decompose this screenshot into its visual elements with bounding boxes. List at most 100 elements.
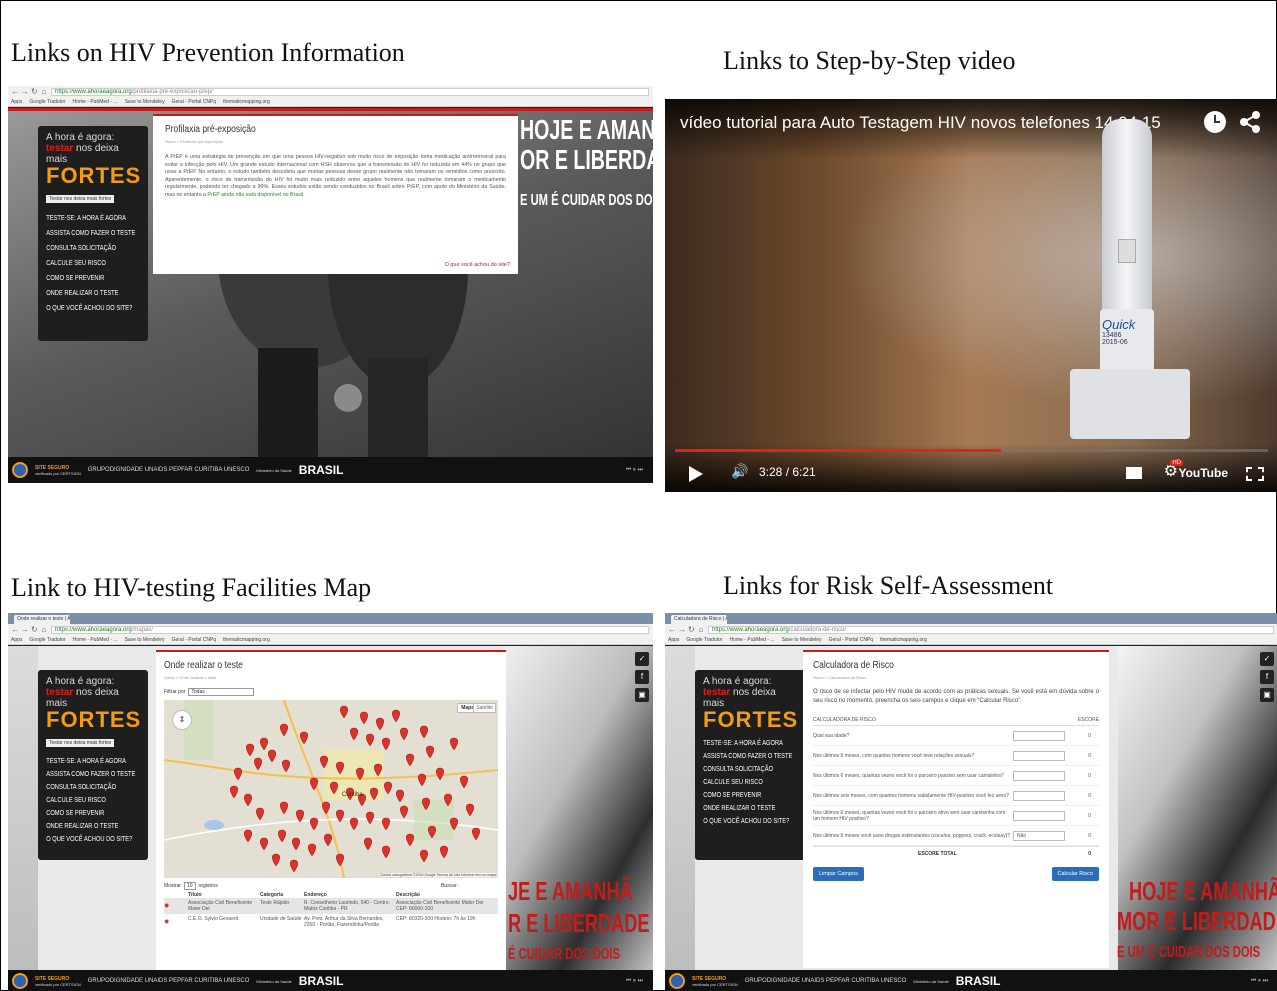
- map-pan-control[interactable]: ⇕: [172, 710, 192, 730]
- map-pin[interactable]: [350, 727, 358, 741]
- bookmark[interactable]: Home - PubMed - ...: [730, 637, 775, 643]
- bookmark[interactable]: Geral - Portal CNPq: [829, 637, 873, 643]
- youtube-logo[interactable]: YouTube: [1178, 466, 1228, 480]
- column-header[interactable]: Categoria: [260, 892, 304, 898]
- map-pin[interactable]: [466, 803, 474, 817]
- map-pin[interactable]: [382, 737, 390, 751]
- slideshow-controls[interactable]: ⏮ ⏸ ⏭: [626, 978, 643, 985]
- bookmark[interactable]: thematicmapping.org: [223, 637, 270, 643]
- menu-item[interactable]: COMO SE PREVENIR: [38, 807, 128, 820]
- map-pin[interactable]: [400, 727, 408, 741]
- map-pin[interactable]: [366, 733, 374, 747]
- forward-icon[interactable]: →: [678, 625, 686, 634]
- map-pin[interactable]: [300, 731, 308, 745]
- column-header[interactable]: Endereço: [304, 892, 396, 898]
- map-pin[interactable]: [244, 829, 252, 843]
- map-pin[interactable]: [392, 709, 400, 723]
- twitter-icon[interactable]: ✓: [1260, 652, 1274, 666]
- map-pin[interactable]: [426, 745, 434, 759]
- map-pin[interactable]: [360, 711, 368, 725]
- map-pin[interactable]: [278, 829, 286, 843]
- progress-track[interactable]: [675, 449, 1268, 452]
- captions-icon[interactable]: [1126, 467, 1142, 479]
- map-pin[interactable]: [272, 853, 280, 867]
- map-pin[interactable]: [268, 749, 276, 763]
- menu-item[interactable]: COMO SE PREVENIR: [695, 789, 785, 802]
- satellite-type-button[interactable]: Satélite: [473, 703, 496, 713]
- column-header[interactable]: Título: [188, 892, 260, 898]
- map-pin[interactable]: [350, 817, 358, 831]
- map-pin[interactable]: [472, 827, 480, 841]
- map-pin[interactable]: [322, 801, 330, 815]
- column-header[interactable]: Descrição: [396, 892, 488, 898]
- address-bar[interactable]: https://www.ahoraeagora.org/calculadora-…: [708, 625, 1274, 634]
- map-pin[interactable]: [436, 767, 444, 781]
- home-icon[interactable]: ⌂: [41, 625, 47, 634]
- fullscreen-icon[interactable]: [1246, 467, 1264, 481]
- map-pin[interactable]: [336, 853, 344, 867]
- map-pin[interactable]: [336, 809, 344, 823]
- bookmark[interactable]: Geral - Portal CNPq: [172, 637, 216, 643]
- bookmark[interactable]: Save to Mendeley: [125, 637, 165, 643]
- menu-item[interactable]: O QUE VOCÊ ACHOU DO SITE?: [38, 833, 132, 846]
- map-pin[interactable]: [308, 843, 316, 857]
- map-pin[interactable]: [382, 817, 390, 831]
- answer-input[interactable]: [1013, 730, 1065, 741]
- bookmark[interactable]: Save to Mendeley: [782, 637, 822, 643]
- forward-icon[interactable]: →: [21, 625, 29, 634]
- bookmark-apps[interactable]: Apps: [11, 637, 22, 643]
- home-icon[interactable]: ⌂: [698, 625, 704, 634]
- map-pin[interactable]: [440, 845, 448, 859]
- address-bar[interactable]: https://www.ahoraeagora.org/mapas/: [51, 625, 649, 634]
- watch-later-icon[interactable]: [1204, 111, 1226, 133]
- menu-item[interactable]: ASSISTA COMO FAZER O TESTE: [38, 768, 135, 781]
- back-icon[interactable]: ←: [11, 625, 19, 634]
- map-pin[interactable]: [450, 737, 458, 751]
- menu-item[interactable]: ASSISTA COMO FAZER O TESTE: [38, 226, 135, 241]
- menu-item[interactable]: TESTE-SE: A HORA É AGORA: [38, 211, 128, 226]
- map-pin[interactable]: [366, 811, 374, 825]
- menu-item[interactable]: CALCULE SEU RISCO: [38, 794, 128, 807]
- calculate-risk-button[interactable]: Calcular Risco: [1051, 867, 1099, 881]
- map-pin[interactable]: [244, 793, 252, 807]
- map-pin[interactable]: [290, 859, 298, 873]
- bookmark[interactable]: thematicmapping.org: [223, 99, 270, 105]
- bookmark[interactable]: Google Tradutor: [686, 637, 722, 643]
- play-icon[interactable]: [689, 466, 703, 482]
- map-pin[interactable]: [280, 801, 288, 815]
- instagram-icon[interactable]: ▣: [635, 688, 649, 702]
- bookmark-apps[interactable]: Apps: [668, 637, 679, 643]
- map-pin[interactable]: [234, 767, 242, 781]
- map-pin[interactable]: [282, 759, 290, 773]
- slideshow-controls[interactable]: ⏮ ⏸ ⏭: [626, 467, 643, 474]
- back-icon[interactable]: ←: [11, 87, 19, 96]
- bookmark-apps[interactable]: Apps: [11, 99, 22, 105]
- map-pin[interactable]: [256, 807, 264, 821]
- menu-item[interactable]: CALCULE SEU RISCO: [38, 256, 128, 271]
- bookmark[interactable]: Save to Mendeley: [125, 99, 165, 105]
- menu-item[interactable]: TESTE-SE: A HORA É AGORA: [38, 755, 128, 768]
- map-pin[interactable]: [376, 717, 384, 731]
- clear-fields-button[interactable]: Limpar Campos: [813, 867, 864, 881]
- feedback-link[interactable]: O que você achou do site?: [445, 262, 510, 268]
- prep-link[interactable]: PrEP ainda não está disponível no Brasil…: [207, 192, 304, 198]
- menu-item[interactable]: CONSULTA SOLICITAÇÃO: [38, 781, 128, 794]
- share-icon[interactable]: [1238, 110, 1262, 134]
- answer-input[interactable]: [1013, 770, 1065, 781]
- map-pin[interactable]: [260, 837, 268, 851]
- map-pin[interactable]: [260, 737, 268, 751]
- map-pin[interactable]: [364, 837, 372, 851]
- map-pin[interactable]: [384, 781, 392, 795]
- back-icon[interactable]: ←: [668, 625, 676, 634]
- instagram-icon[interactable]: ▣: [1260, 688, 1274, 702]
- page-size-select[interactable]: 10: [183, 882, 196, 890]
- map-pin[interactable]: [340, 705, 348, 719]
- table-row[interactable]: ● C.E.O. Sylvio Gevaerd Unidade de Saúde…: [164, 914, 498, 930]
- map-pin[interactable]: [382, 845, 390, 859]
- home-icon[interactable]: ⌂: [41, 87, 47, 96]
- menu-item[interactable]: CALCULE SEU RISCO: [695, 776, 785, 789]
- map-pin[interactable]: [280, 723, 288, 737]
- map-pin[interactable]: [400, 805, 408, 819]
- map-pin[interactable]: [310, 817, 318, 831]
- menu-item[interactable]: O QUE VOCÊ ACHOU DO SITE?: [695, 815, 789, 828]
